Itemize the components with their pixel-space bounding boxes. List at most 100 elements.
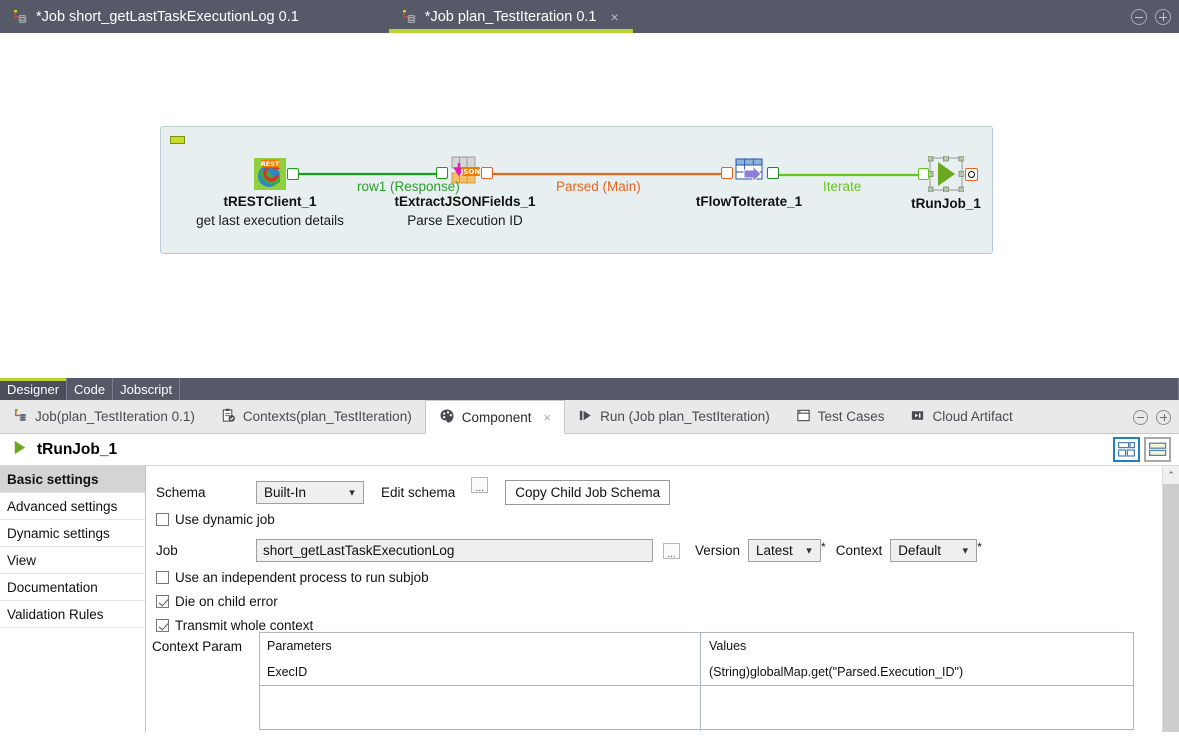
view-panel-controls bbox=[1133, 400, 1171, 434]
transmit-whole-context-row[interactable]: Transmit whole context bbox=[156, 618, 313, 633]
editor-tab-label: *Job short_getLastTaskExecutionLog 0.1 bbox=[36, 8, 299, 25]
port-output-tflowtoiterate[interactable] bbox=[767, 167, 779, 179]
designer-bar-filler bbox=[180, 378, 1179, 400]
version-label: Version bbox=[695, 543, 741, 558]
node-trestclient-1[interactable]: REST tRESTClient_1 get last execution de… bbox=[196, 158, 344, 228]
view-tab-run[interactable]: Run (Job plan_TestIteration) bbox=[565, 400, 783, 433]
close-icon[interactable]: × bbox=[611, 9, 619, 25]
node-label: tRunJob_1 bbox=[911, 196, 981, 211]
cell-value: (String)globalMap.get("Parsed.Execution_… bbox=[700, 659, 1133, 685]
context-param-table[interactable]: Parameters Values ExecID (String)globalM… bbox=[259, 632, 1134, 731]
nav-item-label: View bbox=[7, 552, 37, 568]
nav-item-validation-rules[interactable]: Validation Rules bbox=[0, 601, 145, 628]
editor-tab-bar: *Job short_getLastTaskExecutionLog 0.1 *… bbox=[0, 0, 1179, 33]
chevron-down-icon: ▾ bbox=[349, 487, 355, 499]
grid-view-icon[interactable] bbox=[1113, 437, 1140, 462]
view-tab-test-cases[interactable]: Test Cases bbox=[783, 400, 898, 433]
link-label-iterate[interactable]: Iterate bbox=[823, 179, 861, 194]
job-design-canvas[interactable]: REST tRESTClient_1 get last execution de… bbox=[0, 33, 1179, 378]
view-tab-label: Component bbox=[461, 409, 532, 425]
context-param-label: Context Param bbox=[152, 639, 243, 654]
designer-tab-label: Jobscript bbox=[120, 382, 173, 397]
link-label-row1[interactable]: row1 (Response) bbox=[357, 179, 460, 194]
editor-tab-plan-testiteration[interactable]: *Job plan_TestIteration 0.1 × bbox=[388, 0, 633, 33]
nav-item-label: Advanced settings bbox=[7, 498, 118, 514]
job-input[interactable]: short_getLastTaskExecutionLog bbox=[256, 539, 653, 562]
context-label: Context bbox=[835, 543, 883, 558]
version-select[interactable]: Latest ▾ bbox=[748, 539, 822, 562]
die-on-child-error-checkbox[interactable] bbox=[156, 595, 169, 608]
table-row[interactable]: ExecID (String)globalMap.get("Parsed.Exe… bbox=[260, 659, 1133, 685]
port-output-trunjob[interactable] bbox=[965, 168, 978, 181]
svg-text:REST: REST bbox=[261, 160, 280, 168]
svg-text:JSON: JSON bbox=[460, 168, 481, 176]
view-tab-label: Job(plan_TestIteration 0.1) bbox=[35, 409, 195, 424]
port-output-textractjsonfields[interactable] bbox=[481, 167, 493, 179]
designer-tab-code[interactable]: Code bbox=[67, 378, 114, 400]
basic-settings-pane: Schema Built-In ▾ Edit schema ... Copy C… bbox=[146, 466, 1179, 732]
transmit-whole-context-checkbox[interactable] bbox=[156, 619, 169, 632]
independent-process-row[interactable]: Use an independent process to run subjob bbox=[156, 570, 429, 585]
node-label: tExtractJSONFields_1 bbox=[394, 194, 536, 209]
independent-process-checkbox[interactable] bbox=[156, 571, 169, 584]
view-tab-job[interactable]: Job(plan_TestIteration 0.1) bbox=[0, 400, 208, 433]
die-on-child-error-label: Die on child error bbox=[175, 594, 278, 609]
edit-schema-label[interactable]: Edit schema bbox=[381, 485, 455, 500]
test-cases-icon bbox=[796, 408, 811, 426]
port-input-tflowtoiterate[interactable] bbox=[721, 167, 733, 179]
designer-tab-jobscript[interactable]: Jobscript bbox=[113, 378, 181, 400]
context-select-value: Default bbox=[898, 543, 942, 558]
context-select[interactable]: Default ▾ bbox=[890, 539, 978, 562]
subjob-collapse-marker-icon[interactable] bbox=[170, 136, 185, 144]
editor-tab-short-getlasttaskexecutionlog[interactable]: *Job short_getLastTaskExecutionLog 0.1 bbox=[0, 0, 313, 33]
nav-item-label: Dynamic settings bbox=[7, 525, 110, 541]
use-dynamic-job-label: Use dynamic job bbox=[175, 512, 275, 527]
schema-select[interactable]: Built-In ▾ bbox=[256, 481, 364, 504]
nav-item-basic-settings[interactable]: Basic settings bbox=[0, 466, 145, 493]
minimize-icon[interactable] bbox=[1131, 8, 1147, 25]
nav-item-advanced-settings[interactable]: Advanced settings bbox=[0, 493, 145, 520]
job-input-value: short_getLastTaskExecutionLog bbox=[263, 543, 455, 558]
nav-item-documentation[interactable]: Documentation bbox=[0, 574, 145, 601]
port-input-textractjsonfields[interactable] bbox=[436, 167, 448, 179]
view-tab-label: Contexts(plan_TestIteration) bbox=[242, 409, 412, 424]
view-tab-component[interactable]: Component × bbox=[424, 400, 566, 434]
transmit-whole-context-label: Transmit whole context bbox=[175, 618, 314, 633]
node-label: tRESTClient_1 bbox=[223, 194, 317, 209]
flow-to-iterate-icon bbox=[733, 156, 765, 188]
copy-child-job-schema-button[interactable]: Copy Child Job Schema bbox=[505, 480, 671, 505]
use-dynamic-job-row[interactable]: Use dynamic job bbox=[156, 512, 275, 527]
settings-vertical-scrollbar[interactable]: ⌃ bbox=[1162, 466, 1179, 732]
node-tflowtoiterate-1[interactable]: tFlowToIterate_1 bbox=[696, 156, 802, 209]
node-trunjob-1[interactable]: tRunJob_1 bbox=[911, 155, 981, 211]
port-input-trunjob[interactable] bbox=[918, 168, 929, 180]
maximize-icon[interactable] bbox=[1156, 409, 1171, 425]
nav-item-dynamic-settings[interactable]: Dynamic settings bbox=[0, 520, 145, 547]
list-view-icon[interactable] bbox=[1144, 437, 1171, 462]
independent-process-label: Use an independent process to run subjob bbox=[175, 570, 429, 585]
version-required-marker: * bbox=[821, 540, 826, 554]
component-settings-body: Basic settings Advanced settings Dynamic… bbox=[0, 466, 1179, 732]
designer-tab-designer[interactable]: Designer bbox=[0, 378, 68, 400]
maximize-icon[interactable] bbox=[1155, 8, 1171, 25]
designer-tab-label: Code bbox=[74, 382, 106, 397]
minimize-icon[interactable] bbox=[1133, 409, 1148, 425]
nav-item-view[interactable]: View bbox=[0, 547, 145, 574]
close-icon[interactable]: × bbox=[544, 410, 552, 425]
node-label: tFlowToIterate_1 bbox=[695, 194, 803, 209]
schema-label: Schema bbox=[156, 485, 206, 500]
view-tab-contexts[interactable]: Contexts(plan_TestIteration) bbox=[208, 400, 425, 433]
view-tab-cloud-artifact[interactable]: Cloud Artifact bbox=[897, 400, 1025, 433]
use-dynamic-job-checkbox[interactable] bbox=[156, 513, 169, 526]
scroll-up-icon[interactable]: ⌃ bbox=[1163, 466, 1179, 484]
die-on-child-error-row[interactable]: Die on child error bbox=[156, 594, 278, 609]
nav-item-label: Basic settings bbox=[7, 471, 99, 487]
job-browse-button[interactable]: ... bbox=[663, 542, 680, 559]
schema-select-value: Built-In bbox=[264, 485, 307, 500]
edit-schema-dots-button[interactable]: ... bbox=[471, 477, 489, 494]
scrollbar-thumb[interactable] bbox=[1163, 484, 1179, 732]
port-output-trestclient[interactable] bbox=[287, 168, 299, 180]
view-tab-label: Test Cases bbox=[817, 409, 885, 424]
link-label-parsed[interactable]: Parsed (Main) bbox=[556, 179, 641, 194]
rest-client-icon: REST bbox=[254, 158, 286, 190]
